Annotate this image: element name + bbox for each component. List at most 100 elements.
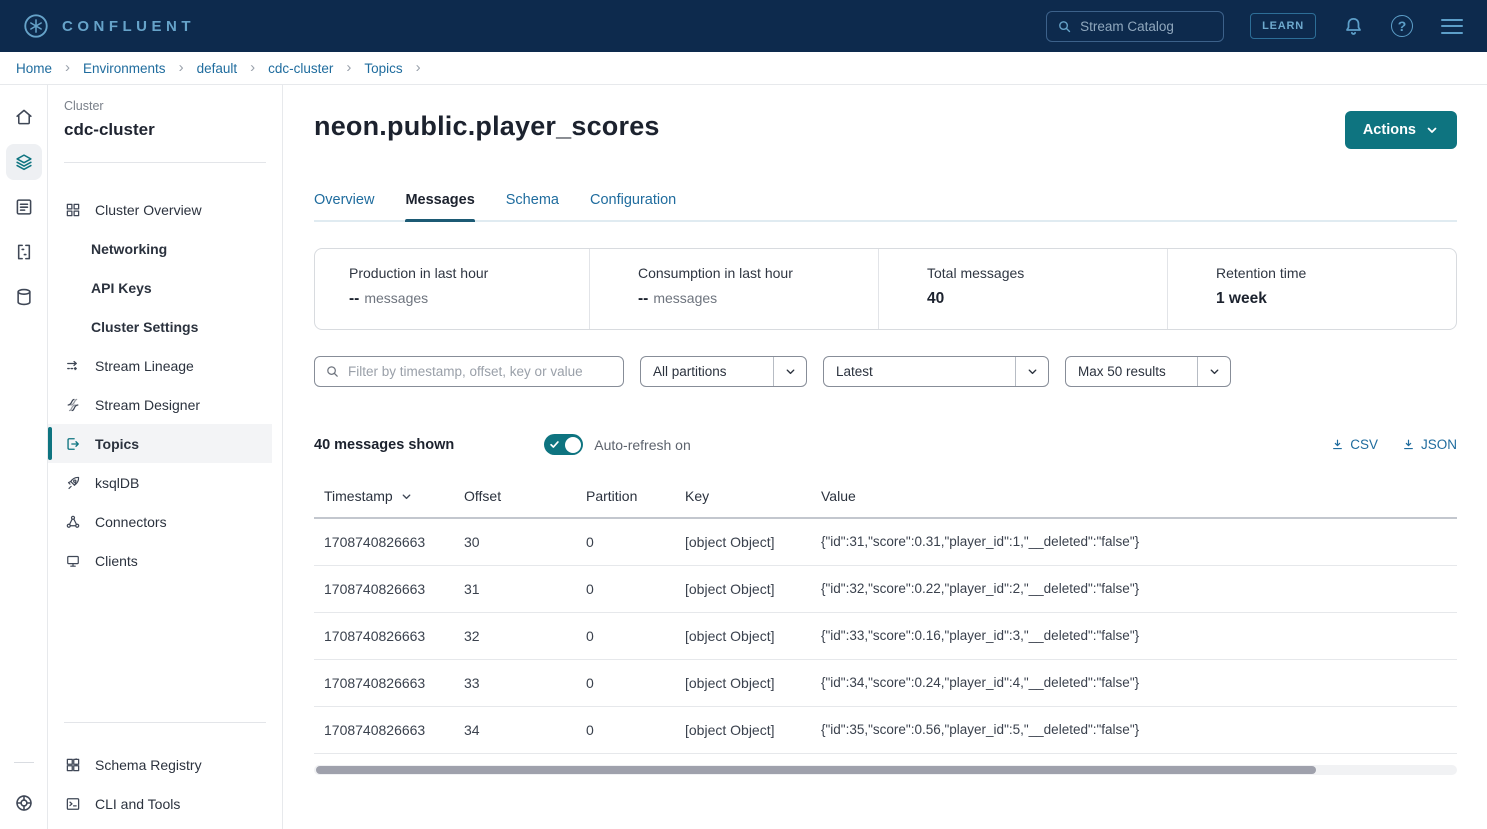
- table-row[interactable]: 1708740826663 34 0 [object Object] {"id"…: [314, 706, 1457, 753]
- sidebar-item-api-keys[interactable]: API Keys: [48, 268, 272, 307]
- chevron-down-icon: [1208, 365, 1221, 378]
- rocket-icon: [64, 474, 82, 492]
- table-row[interactable]: 1708740826663 30 0 [object Object] {"id"…: [314, 518, 1457, 565]
- notifications-bell-icon[interactable]: [1342, 15, 1365, 38]
- sidebar-item-stream-designer[interactable]: Stream Designer: [48, 385, 272, 424]
- sidebar-item-label: Stream Designer: [95, 397, 200, 413]
- sidebar-item-schema-registry[interactable]: Schema Registry: [48, 745, 272, 784]
- divider: [64, 722, 266, 723]
- tab-schema[interactable]: Schema: [506, 192, 559, 222]
- stat-suffix: messages: [364, 290, 428, 306]
- download-json-link[interactable]: JSON: [1402, 437, 1457, 452]
- rail-flink-icon[interactable]: [6, 234, 42, 270]
- stat-retention-time: Retention time 1 week: [1167, 249, 1456, 329]
- cell-offset: 33: [454, 659, 576, 706]
- sort-chevron-icon: [400, 490, 413, 503]
- column-header-offset[interactable]: Offset: [454, 477, 576, 518]
- confluent-logo-icon: [22, 12, 50, 40]
- breadcrumb: Home › Environments › default › cdc-clus…: [0, 52, 1487, 85]
- messages-count: 40 messages shown: [314, 437, 454, 453]
- sidebar-item-cluster-overview[interactable]: Cluster Overview: [48, 190, 272, 229]
- column-header-key[interactable]: Key: [675, 477, 811, 518]
- cell-value: {"id":35,"score":0.56,"player_id":5,"__d…: [811, 706, 1457, 753]
- sidebar-item-label: Connectors: [95, 514, 167, 530]
- download-csv-link[interactable]: CSV: [1331, 437, 1378, 452]
- tab-configuration[interactable]: Configuration: [590, 192, 676, 222]
- lineage-icon: [64, 357, 82, 375]
- sidebar-item-cluster-settings[interactable]: Cluster Settings: [48, 307, 272, 346]
- sidebar-item-topics[interactable]: Topics: [48, 424, 272, 463]
- tab-overview[interactable]: Overview: [314, 192, 374, 222]
- help-icon[interactable]: ?: [1391, 15, 1413, 37]
- sidebar-item-connectors[interactable]: Connectors: [48, 502, 272, 541]
- sidebar-item-ksqldb[interactable]: ksqlDB: [48, 463, 272, 502]
- learn-button[interactable]: LEARN: [1250, 13, 1316, 39]
- sidebar-item-clients[interactable]: Clients: [48, 541, 272, 580]
- column-header-timestamp[interactable]: Timestamp: [314, 477, 454, 518]
- sidebar-item-label: Cluster Settings: [91, 319, 198, 335]
- breadcrumb-topics[interactable]: Topics: [364, 61, 402, 76]
- table-row[interactable]: 1708740826663 32 0 [object Object] {"id"…: [314, 612, 1457, 659]
- message-filter-search[interactable]: [314, 356, 624, 387]
- breadcrumb-environments[interactable]: Environments: [83, 61, 166, 76]
- cell-key: [object Object]: [675, 659, 811, 706]
- search-icon: [1057, 19, 1072, 34]
- chevron-right-icon: ›: [179, 60, 184, 75]
- download-icon: [1402, 438, 1415, 451]
- support-globe-icon[interactable]: [6, 785, 42, 821]
- table-row[interactable]: 1708740826663 33 0 [object Object] {"id"…: [314, 659, 1457, 706]
- sidebar-item-label: Stream Lineage: [95, 358, 194, 374]
- rail-notes-icon[interactable]: [6, 189, 42, 225]
- sidebar-item-cli-and-tools[interactable]: CLI and Tools: [48, 784, 272, 823]
- cell-key: [object Object]: [675, 612, 811, 659]
- cell-timestamp: 1708740826663: [314, 565, 454, 612]
- result-limit-select[interactable]: Max 50 results: [1065, 356, 1231, 387]
- menu-hamburger-icon[interactable]: [1439, 17, 1465, 36]
- grid-icon: [64, 201, 82, 219]
- sidebar-item-networking[interactable]: Networking: [48, 229, 272, 268]
- sidebar-item-label: Schema Registry: [95, 757, 202, 773]
- message-filter-input[interactable]: [348, 364, 608, 379]
- stat-suffix: messages: [653, 290, 717, 306]
- breadcrumb-cluster[interactable]: cdc-cluster: [268, 61, 333, 76]
- sidebar-footer: Schema Registry CLI and Tools: [48, 722, 282, 829]
- table-row[interactable]: 1708740826663 31 0 [object Object] {"id"…: [314, 565, 1457, 612]
- cell-value: {"id":32,"score":0.22,"player_id":2,"__d…: [811, 565, 1457, 612]
- partition-select[interactable]: All partitions: [640, 356, 807, 387]
- breadcrumb-home[interactable]: Home: [16, 61, 52, 76]
- cell-offset: 31: [454, 565, 576, 612]
- rail-environments-icon[interactable]: [6, 144, 42, 180]
- icon-rail: [0, 85, 48, 829]
- horizontal-scrollbar[interactable]: [314, 765, 1457, 775]
- stream-catalog-input[interactable]: [1080, 19, 1210, 34]
- brand-block[interactable]: CONFLUENT: [22, 12, 195, 40]
- download-icon: [1331, 438, 1344, 451]
- tab-messages[interactable]: Messages: [405, 192, 474, 222]
- messages-table: Timestamp Offset Partition Key Value 170…: [314, 477, 1457, 754]
- chevron-down-icon: [784, 365, 797, 378]
- column-header-value[interactable]: Value: [811, 477, 1457, 518]
- terminal-icon: [64, 795, 82, 813]
- main-content: neon.public.player_scores Actions Overvi…: [283, 85, 1487, 829]
- stat-label: Production in last hour: [349, 265, 589, 281]
- stat-consumption: Consumption in last hour --messages: [589, 249, 878, 329]
- cell-value: {"id":33,"score":0.16,"player_id":3,"__d…: [811, 612, 1457, 659]
- breadcrumb-default[interactable]: default: [197, 61, 238, 76]
- cell-partition: 0: [576, 659, 675, 706]
- auto-refresh-toggle[interactable]: [544, 434, 583, 455]
- cluster-section-label: Cluster: [48, 99, 282, 113]
- rail-home-icon[interactable]: [6, 99, 42, 135]
- column-header-partition[interactable]: Partition: [576, 477, 675, 518]
- scrollbar-thumb[interactable]: [316, 766, 1316, 774]
- stat-value: 40: [927, 290, 944, 307]
- rail-database-icon[interactable]: [6, 279, 42, 315]
- actions-button[interactable]: Actions: [1345, 111, 1457, 149]
- offset-order-select[interactable]: Latest: [823, 356, 1049, 387]
- cell-partition: 0: [576, 518, 675, 565]
- cell-value: {"id":34,"score":0.24,"player_id":4,"__d…: [811, 659, 1457, 706]
- sidebar-item-stream-lineage[interactable]: Stream Lineage: [48, 346, 272, 385]
- stream-catalog-search[interactable]: [1046, 11, 1224, 42]
- sidebar-item-label: API Keys: [91, 280, 152, 296]
- sidebar-item-label: Networking: [91, 241, 167, 257]
- topic-stats-panel: Production in last hour --messages Consu…: [314, 248, 1457, 330]
